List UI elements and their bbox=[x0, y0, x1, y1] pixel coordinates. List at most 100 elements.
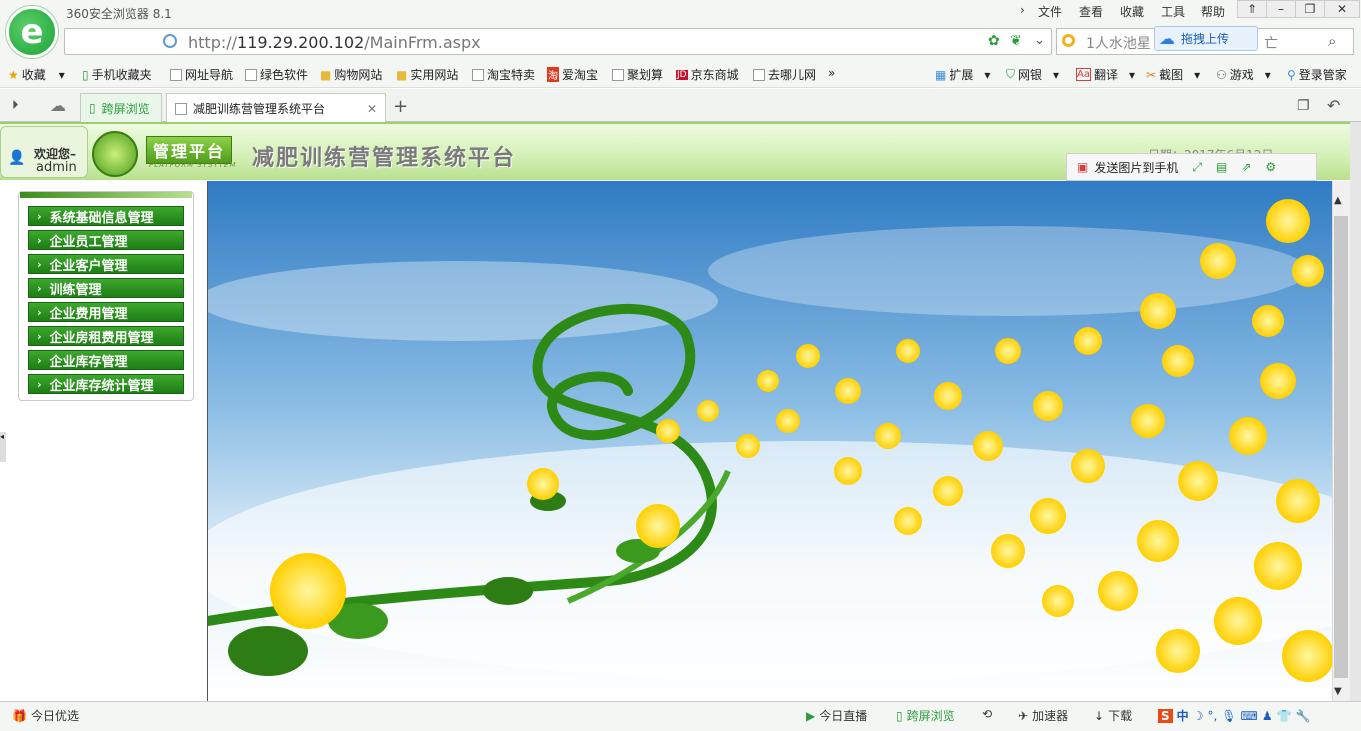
browser-app-name: 360安全浏览器 8.1 bbox=[66, 7, 172, 21]
menu-item-training[interactable]: › 训练管理 bbox=[28, 278, 184, 298]
translate-button[interactable]: Aa 翻译 ▾ bbox=[1076, 66, 1135, 83]
chevron-right-icon: › bbox=[37, 353, 42, 367]
undo-close-icon[interactable]: ↶ bbox=[1327, 96, 1340, 115]
close-tab-icon[interactable]: ✕ bbox=[367, 102, 377, 116]
chevron-right-icon: › bbox=[37, 377, 42, 391]
outer-scrollbar[interactable] bbox=[1350, 122, 1361, 701]
translate-icon: Aa bbox=[1076, 68, 1091, 81]
play-icon: ▶ bbox=[806, 708, 816, 723]
minimize-button[interactable]: – bbox=[1266, 0, 1296, 18]
menu-item-customers[interactable]: › 企业客户管理 bbox=[28, 254, 184, 274]
folder-icon: ■ bbox=[320, 67, 332, 82]
search-engine-icon[interactable] bbox=[1062, 34, 1075, 47]
tab-app[interactable]: 减肥训练营管理系统平台 ✕ bbox=[166, 93, 386, 123]
menu-file[interactable]: 文件 bbox=[1038, 3, 1062, 20]
bookmark-ai-taobao[interactable]: 淘爱淘宝 bbox=[547, 66, 598, 83]
browser-logo-icon[interactable]: e bbox=[6, 6, 58, 58]
bookmark-useful[interactable]: ■ 实用网站 bbox=[396, 66, 458, 83]
status-cross-screen[interactable]: ▯ 跨屏浏览 bbox=[896, 707, 955, 724]
phone-send-icon[interactable]: ▣ bbox=[1077, 160, 1088, 174]
cloud-icon[interactable]: ☁ bbox=[50, 96, 66, 115]
menu-item-rent[interactable]: › 企业房租费用管理 bbox=[28, 326, 184, 346]
bookmark-qunar[interactable]: 去哪儿网 bbox=[753, 66, 816, 83]
scroll-down-icon[interactable]: ▼ bbox=[1334, 686, 1342, 697]
extensions-button[interactable]: ▦ 扩展 ▾ bbox=[935, 66, 990, 83]
chevron-right-icon: › bbox=[37, 305, 42, 319]
status-history-icon[interactable]: ⟲ bbox=[982, 707, 992, 721]
wrench-icon: 🔧 bbox=[1295, 708, 1311, 723]
save-icon[interactable]: ▤ bbox=[1216, 160, 1227, 174]
login-manager-button[interactable]: ⚲ 登录管家 bbox=[1287, 66, 1347, 83]
chevron-down-icon[interactable]: ⌄ bbox=[1034, 33, 1045, 48]
menu-favorites[interactable]: 收藏 bbox=[1120, 3, 1144, 20]
gear-icon[interactable]: ⚙ bbox=[1265, 160, 1276, 174]
menu-item-basic-info[interactable]: › 系统基础信息管理 bbox=[28, 206, 184, 226]
bookmark-jd[interactable]: JD 京东商城 bbox=[676, 66, 739, 83]
status-accelerator[interactable]: ✈ 加速器 bbox=[1018, 707, 1068, 724]
menu-item-employees[interactable]: › 企业员工管理 bbox=[28, 230, 184, 250]
ime-toolbar[interactable]: S 中 ☽ °, 🎙 ⌨ ♟ 👕 🔧 bbox=[1158, 707, 1311, 724]
moon-icon: ☽ bbox=[1192, 708, 1204, 723]
cloud-icon: ☁ bbox=[1159, 29, 1175, 48]
tab-cross-screen[interactable]: ▯ 跨屏浏览 bbox=[80, 93, 162, 122]
bookmark-taobao-special[interactable]: 淘宝特卖 bbox=[472, 66, 535, 83]
games-button[interactable]: ⚇ 游戏 ▾ bbox=[1216, 66, 1271, 83]
menu-item-expenses[interactable]: › 企业费用管理 bbox=[28, 302, 184, 322]
page-icon bbox=[472, 68, 484, 81]
main-banner-image bbox=[208, 181, 1332, 701]
gamepad-icon: ⚇ bbox=[1216, 67, 1227, 82]
sogou-icon: S bbox=[1158, 708, 1173, 723]
chevron-right-icon[interactable]: › bbox=[1020, 3, 1025, 17]
site-icon bbox=[163, 34, 177, 48]
jd-icon: JD bbox=[676, 69, 688, 80]
url-text[interactable]: http://119.29.200.102/MainFrm.aspx bbox=[188, 33, 481, 52]
bookmark-mobile[interactable]: ▯ 手机收藏夹 bbox=[82, 66, 152, 83]
bookmark-green-software[interactable]: 绿色软件 bbox=[245, 66, 308, 83]
sidebar-toggle-icon[interactable]: ⏵ bbox=[12, 98, 19, 113]
shield-icon: ⛉ bbox=[1006, 67, 1016, 81]
collapse-handle[interactable]: ◂ bbox=[0, 432, 6, 462]
status-download[interactable]: ↓ 下载 bbox=[1094, 707, 1132, 724]
scissors-icon: ✂ bbox=[1146, 67, 1157, 82]
upload-button[interactable]: ☁ 拖拽上传 bbox=[1154, 26, 1258, 51]
maximize-button[interactable]: ❐ bbox=[1295, 0, 1325, 18]
search-text-suffix: 亡 bbox=[1264, 36, 1278, 52]
menu-item-inventory-stats[interactable]: › 企业库存统计管理 bbox=[28, 374, 184, 394]
security-icon[interactable]: ✿ bbox=[988, 33, 1000, 49]
today-picks[interactable]: 🎁 今日优选 bbox=[12, 707, 79, 724]
screenshot-button[interactable]: ✂ 截图 ▾ bbox=[1146, 66, 1200, 83]
bank-button[interactable]: ⛉ 网银 ▾ bbox=[1006, 66, 1059, 83]
title-bar bbox=[0, 0, 1361, 26]
phone-icon: ▯ bbox=[89, 101, 96, 115]
search-text[interactable]: 1人水池星 bbox=[1086, 33, 1151, 53]
menu-help[interactable]: 帮助 bbox=[1201, 3, 1225, 20]
bookmark-juhuasuan[interactable]: 聚划算 bbox=[612, 66, 663, 83]
leaf-icon[interactable]: ❦ bbox=[1010, 33, 1022, 49]
chevron-right-icon: › bbox=[37, 209, 42, 223]
send-to-phone-button[interactable]: 发送图片到手机 bbox=[1094, 159, 1178, 176]
more-bookmarks-icon[interactable]: » bbox=[828, 66, 835, 80]
scroll-thumb[interactable] bbox=[1334, 216, 1348, 678]
pin-icon[interactable]: ⇑ bbox=[1237, 0, 1267, 18]
fullscreen-icon[interactable]: ⤢ bbox=[1192, 160, 1202, 175]
page-title: 减肥训练营管理系统平台 bbox=[252, 146, 517, 171]
tab-list-icon[interactable]: ❐ bbox=[1297, 98, 1310, 114]
chevron-right-icon: › bbox=[37, 281, 42, 295]
new-tab-icon[interactable]: + bbox=[393, 96, 408, 117]
menu-tools[interactable]: 工具 bbox=[1161, 3, 1185, 20]
taobao-icon: 淘 bbox=[547, 67, 559, 82]
status-live[interactable]: ▶ 今日直播 bbox=[806, 707, 867, 724]
share-icon[interactable]: ⇗ bbox=[1241, 160, 1251, 174]
search-icon[interactable]: ⌕ bbox=[1328, 32, 1336, 50]
menu-item-inventory[interactable]: › 企业库存管理 bbox=[28, 350, 184, 370]
keyboard-icon: ⌨ bbox=[1240, 708, 1258, 723]
close-button[interactable]: ✕ bbox=[1324, 0, 1360, 18]
phone-icon: ▯ bbox=[896, 708, 903, 723]
scroll-up-icon[interactable]: ▲ bbox=[1334, 195, 1342, 206]
bookmark-favorites[interactable]: ★ 收藏 ▾ bbox=[8, 66, 65, 83]
bookmark-nav[interactable]: 网址导航 bbox=[170, 66, 233, 83]
username: admin bbox=[36, 160, 77, 175]
menu-view[interactable]: 查看 bbox=[1079, 3, 1103, 20]
platform-badge-sub: PLATFORM SYSYTEM bbox=[149, 161, 237, 169]
bookmark-shopping[interactable]: ■ 购物网站 bbox=[320, 66, 382, 83]
